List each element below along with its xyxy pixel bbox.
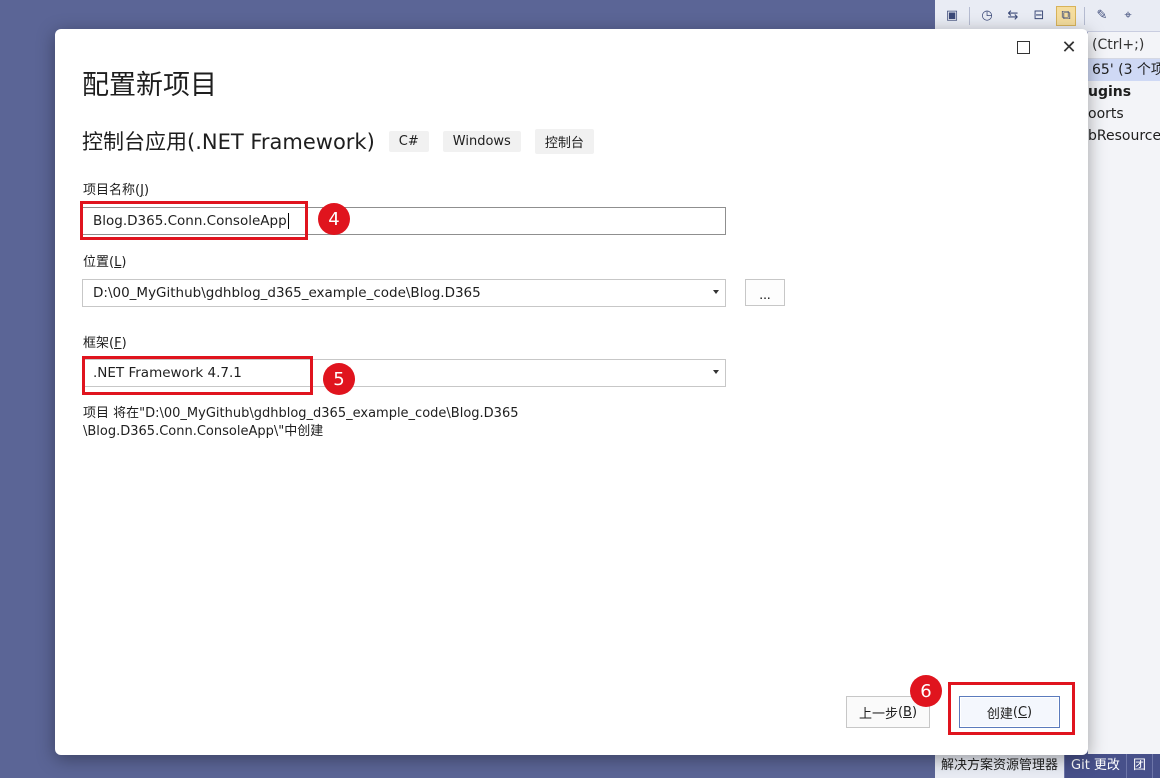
- pin-icon[interactable]: ⌖: [1119, 7, 1137, 25]
- vs-toolbar: ▣ ◷ ⇆ ⊟ ⧉ ✎ ⌖: [935, 0, 1160, 32]
- toolbar-separator: [969, 6, 970, 25]
- tab-solution-explorer[interactable]: 解决方案资源管理器: [935, 754, 1066, 778]
- history-icon[interactable]: ◷: [978, 7, 996, 25]
- sync-view-icon[interactable]: ⧉: [1056, 5, 1076, 26]
- location-value: D:\00_MyGithub\gdhblog_d365_example_code…: [93, 285, 481, 301]
- bottom-tab-strip: 解决方案资源管理器 Git 更改 团: [935, 754, 1160, 778]
- highlight-create-button: [948, 682, 1075, 735]
- step-badge-5: 5: [323, 363, 355, 395]
- chevron-down-icon[interactable]: [713, 370, 719, 374]
- tag-language: C#: [388, 130, 429, 152]
- template-name: 控制台应用(.NET Framework): [82, 130, 375, 154]
- close-button[interactable]: ✕: [1055, 35, 1083, 59]
- toolbar-separator: [1084, 6, 1085, 25]
- tree-item[interactable]: oorts: [1088, 103, 1160, 125]
- tag-platform: Windows: [442, 130, 521, 152]
- tab-team[interactable]: 团: [1127, 754, 1153, 778]
- solution-explorer-panel: (Ctrl+;) 65' (3 个项 ugins oorts bResource: [1088, 32, 1160, 754]
- tab-git-changes[interactable]: Git 更改: [1065, 754, 1127, 778]
- tree-item[interactable]: bResource: [1088, 125, 1160, 147]
- highlight-framework: [82, 356, 313, 395]
- path-info-line: \Blog.D365.Conn.ConsoleApp\"中创建: [83, 424, 324, 439]
- browse-button[interactable]: ...: [745, 279, 785, 306]
- tag-project-type: 控制台: [534, 128, 594, 154]
- location-label: 位置(L): [83, 255, 127, 270]
- project-path-info: 项目 将在"D:\00_MyGithub\gdhblog_d365_exampl…: [83, 405, 563, 441]
- path-info-line: 项目 将在"D:\00_MyGithub\gdhblog_d365_exampl…: [83, 406, 519, 421]
- maximize-icon: [1016, 40, 1030, 54]
- project-name-label: 项目名称(J): [83, 183, 150, 198]
- page-title: 配置新项目: [82, 70, 217, 101]
- chevron-down-icon[interactable]: [713, 290, 719, 294]
- location-combobox[interactable]: D:\00_MyGithub\gdhblog_d365_example_code…: [82, 279, 726, 307]
- solution-search-input[interactable]: (Ctrl+;): [1088, 32, 1160, 59]
- navigate-icon[interactable]: ⇆: [1004, 7, 1022, 25]
- highlight-project-name: [80, 201, 308, 240]
- template-header: 控制台应用(.NET Framework) C# Windows 控制台: [82, 126, 594, 156]
- solution-node[interactable]: 65' (3 个项: [1088, 59, 1160, 81]
- properties-icon[interactable]: ✎: [1093, 7, 1111, 25]
- tree-item[interactable]: ugins: [1088, 81, 1160, 103]
- step-badge-6: 6: [910, 675, 942, 707]
- step-badge-4: 4: [318, 203, 350, 235]
- build-icon[interactable]: ▣: [943, 7, 961, 25]
- close-icon: ✕: [1061, 36, 1077, 58]
- maximize-button[interactable]: [1009, 35, 1037, 59]
- framework-label: 框架(F): [83, 336, 127, 351]
- collapse-icon[interactable]: ⊟: [1030, 7, 1048, 25]
